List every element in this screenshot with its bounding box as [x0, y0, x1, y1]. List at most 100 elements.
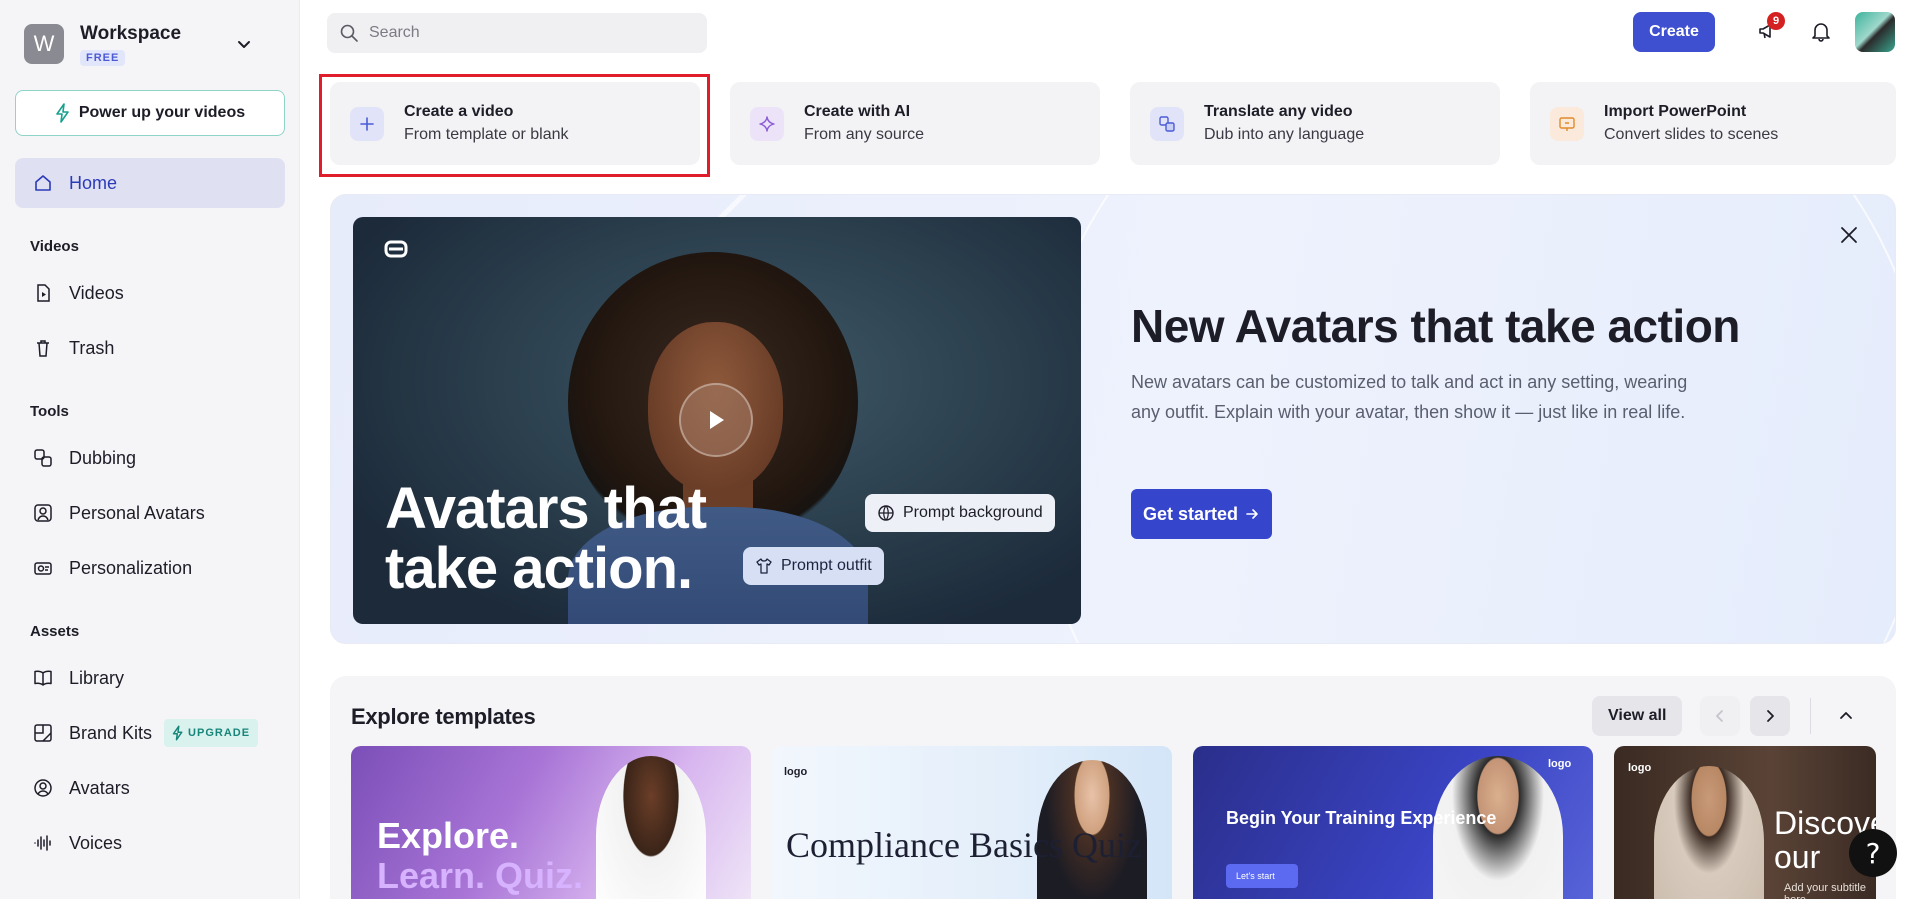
action-subtitle: Convert slides to scenes	[1604, 126, 1779, 143]
create-video-card[interactable]: Create a video From template or blank	[330, 82, 700, 165]
workspace-avatar: W	[24, 24, 64, 64]
sidebar-item-label: Trash	[69, 337, 115, 358]
help-button[interactable]: ?	[1849, 829, 1897, 877]
brand-logo-icon	[384, 240, 408, 258]
sidebar-item-avatars[interactable]: Avatars	[15, 766, 285, 810]
notification-count-badge: 9	[1767, 12, 1785, 30]
template-title-line: Learn. Quiz.	[377, 855, 584, 896]
template-title: Begin Your Training Experience	[1226, 808, 1497, 828]
upgrade-badge[interactable]: UPGRADE	[164, 719, 259, 747]
chevron-left-icon	[1716, 710, 1723, 722]
notifications-button[interactable]	[1806, 16, 1836, 46]
sidebar-item-personal-avatars[interactable]: Personal Avatars	[15, 491, 285, 535]
sidebar-item-trash[interactable]: Trash	[15, 326, 285, 370]
sidebar-item-label: Avatars	[69, 777, 130, 798]
announcements-button[interactable]: 9	[1753, 12, 1785, 46]
plan-badge: FREE	[80, 49, 126, 66]
search-bar[interactable]	[327, 13, 707, 53]
sidebar-item-label: Personalization	[69, 557, 193, 578]
template-logo: logo	[784, 766, 808, 778]
sidebar-item-videos[interactable]: Videos	[15, 271, 285, 315]
video-file-icon	[37, 284, 50, 302]
next-button[interactable]	[1750, 696, 1790, 736]
banner-title: New Avatars that take action	[1131, 300, 1740, 352]
sidebar-item-dubbing[interactable]: Dubbing	[15, 436, 285, 480]
template-card[interactable]: Explore. Learn. Quiz.	[351, 746, 751, 899]
user-square-icon	[34, 504, 52, 522]
chevron-up-icon	[1840, 712, 1852, 719]
sidebar-item-library[interactable]: Library	[15, 656, 285, 700]
trash-icon	[37, 340, 49, 357]
translate-video-card[interactable]: Translate any video Dub into any languag…	[1130, 82, 1500, 165]
lightning-icon	[172, 725, 183, 741]
chevron-down-icon[interactable]	[234, 34, 254, 54]
sidebar-item-personalization[interactable]: Personalization	[15, 546, 285, 590]
power-up-button[interactable]: Power up your videos	[15, 90, 285, 136]
template-card[interactable]: logo Begin Your Training Experience Let'…	[1193, 746, 1593, 899]
workspace-switcher[interactable]: W Workspace FREE	[24, 20, 264, 68]
template-avatar	[1654, 766, 1764, 899]
waveform-icon	[34, 835, 51, 851]
pill-label: Prompt outfit	[781, 557, 872, 574]
upgrade-label: UPGRADE	[188, 727, 251, 739]
template-card[interactable]: logo Discover our Add your subtitle here	[1614, 746, 1876, 899]
play-icon	[710, 411, 724, 429]
close-icon	[1841, 227, 1857, 243]
translate-icon	[1150, 106, 1184, 141]
prompt-background-pill: Prompt background	[865, 494, 1055, 532]
template-avatar	[596, 756, 706, 899]
get-started-label: Get started	[1143, 503, 1239, 524]
import-powerpoint-card[interactable]: Import PowerPoint Convert slides to scen…	[1530, 82, 1896, 165]
sidebar-item-label: Dubbing	[69, 447, 137, 468]
user-avatar[interactable]	[1855, 12, 1895, 52]
action-subtitle: Dub into any language	[1204, 126, 1365, 143]
dubbing-icon	[34, 449, 52, 467]
template-title: Compliance Basics Quiz	[786, 825, 1142, 865]
globe-icon	[878, 505, 894, 521]
action-title: Create a video	[404, 103, 514, 120]
lightning-icon	[56, 103, 69, 123]
collapse-button[interactable]	[1826, 696, 1866, 736]
bell-icon	[1812, 23, 1830, 42]
plus-icon	[350, 106, 384, 141]
section-title-tools: Tools	[30, 403, 69, 420]
action-title: Import PowerPoint	[1604, 103, 1747, 120]
promo-banner: Avatars that take action. Prompt backgro…	[330, 194, 1896, 644]
sidebar-item-label: Videos	[69, 282, 124, 303]
arrow-right-icon	[1246, 509, 1258, 519]
sidebar: W Workspace FREE Power up your videos Ho…	[0, 0, 300, 899]
play-button[interactable]	[679, 383, 753, 457]
power-up-label: Power up your videos	[78, 104, 246, 121]
view-all-button[interactable]: View all	[1592, 696, 1683, 736]
create-button[interactable]: Create	[1633, 12, 1715, 52]
template-title-line: Explore.	[377, 815, 520, 856]
template-card[interactable]: logo Compliance Basics Quiz	[772, 746, 1172, 899]
sidebar-item-label: Brand Kits	[69, 722, 153, 743]
book-icon	[34, 670, 52, 686]
search-input[interactable]	[369, 24, 689, 42]
personalization-icon	[34, 562, 52, 575]
get-started-button[interactable]: Get started	[1131, 489, 1273, 539]
sidebar-item-voices[interactable]: Voices	[15, 821, 285, 865]
home-icon	[35, 175, 51, 191]
video-headline: Avatars that take action.	[385, 476, 707, 601]
create-with-ai-card[interactable]: Create with AI From any source	[730, 82, 1100, 165]
sidebar-item-brand-kits[interactable]: Brand Kits UPGRADE	[15, 711, 285, 755]
template-subtitle: Add your subtitle here	[1784, 882, 1866, 899]
banner-description: New avatars can be customized to talk an…	[1131, 372, 1688, 422]
template-logo: logo	[1548, 758, 1572, 770]
section-title-videos: Videos	[30, 238, 79, 255]
sidebar-item-label: Voices	[69, 832, 123, 853]
sidebar-item-home[interactable]: Home	[15, 158, 285, 208]
action-subtitle: From template or blank	[404, 126, 569, 143]
promo-video[interactable]: Avatars that take action. Prompt backgro…	[353, 217, 1081, 624]
template-cta: Let's start	[1226, 864, 1298, 888]
sidebar-item-label: Home	[69, 172, 118, 193]
action-title: Translate any video	[1204, 103, 1353, 120]
templates-title: Explore templates	[351, 704, 536, 729]
presentation-icon	[1550, 106, 1584, 141]
previous-button[interactable]	[1700, 696, 1740, 736]
sparkle-icon	[750, 106, 784, 141]
divider	[1810, 698, 1811, 734]
close-banner-button[interactable]	[1835, 221, 1863, 249]
